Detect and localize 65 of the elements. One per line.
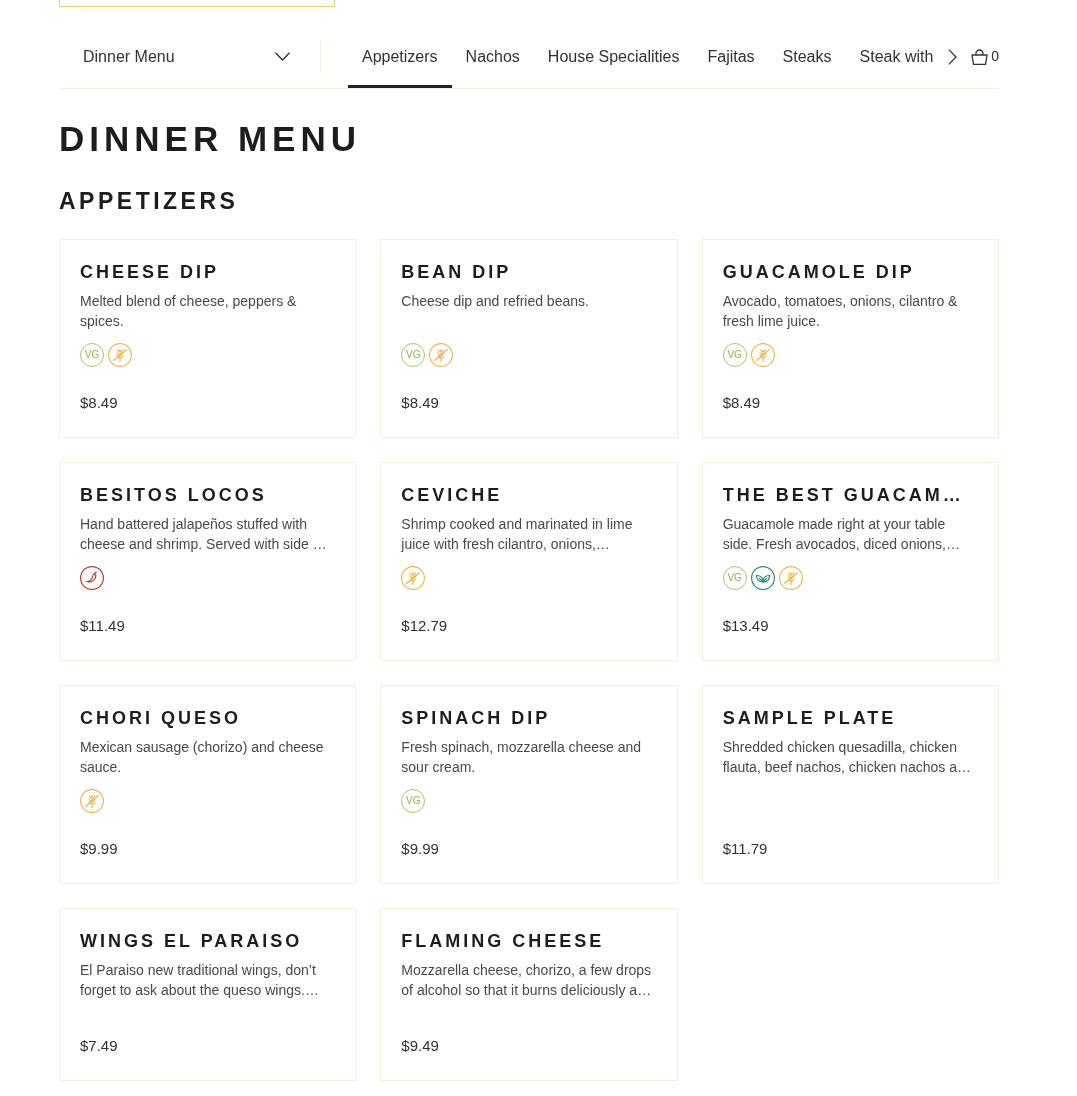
- item-price: $9.99: [80, 840, 118, 857]
- item-price: $8.49: [80, 394, 118, 411]
- item-description: Hand battered jalapeños stuffed with cheese and shrimp. Served with side …: [80, 515, 328, 554]
- item-name: BEAN DIP: [401, 261, 513, 284]
- item-name: THE BEST GUACAM…: [722, 484, 965, 507]
- chili-pepper-icon: [80, 566, 104, 590]
- menu-item-card[interactable]: FLAMING CHEESE Mozzarella cheese, chorizo, a few drops of alcohol so that it burns deliciously a… $9.49: [380, 908, 678, 1081]
- wheat-crossed-icon: [778, 566, 803, 590]
- item-name: SPINACH DIP: [401, 707, 552, 730]
- item-description: Shrimp cooked and marinated in lime juice with fresh cilantro, onions,…: [401, 515, 634, 554]
- item-price: $12.79: [401, 617, 448, 634]
- item-price: $11.49: [80, 617, 125, 634]
- item-name: WINGS EL PARAISO: [80, 930, 304, 953]
- wheat-crossed-icon: [429, 343, 454, 367]
- item-price: $8.49: [722, 394, 761, 411]
- menu-item-card[interactable]: CEVICHE Shrimp cooked and marinated in lime juice with fresh cilantro, onions,… $12.79: [380, 462, 678, 661]
- menu-item-card[interactable]: CHEESE DIP Melted blend of cheese, peppers & spices. VG $8.49: [59, 239, 357, 438]
- menu-item-card[interactable]: GUACAMOLE DIP Avocado, tomatoes, onions, cilantro & fresh lime juice. VG $8.49: [701, 239, 999, 438]
- menu-item-card[interactable]: THE BEST GUACAM… Guacamole made right at your table side. Fresh avocados, diced onions,… VG $13.49: [701, 462, 999, 661]
- item-price: $9.49: [401, 1037, 439, 1054]
- page-title: DINNER MENU: [59, 119, 362, 159]
- item-description: El Paraiso new traditional wings, don’t forget to ask about the queso wings.…: [80, 961, 320, 1000]
- item-name: BESITOS LOCOS: [80, 484, 268, 507]
- shopping-bag-icon: [971, 48, 989, 65]
- item-price: $13.49: [722, 617, 769, 634]
- wheat-crossed-icon: [750, 343, 775, 367]
- item-name: CEVICHE: [401, 484, 504, 507]
- item-price: $8.49: [401, 394, 439, 411]
- chevron-down-icon: [275, 52, 290, 61]
- category-tab[interactable]: Steaks: [768, 25, 846, 88]
- item-name: CHORI QUESO: [80, 707, 242, 730]
- item-name: FLAMING CHEESE: [401, 930, 606, 953]
- item-description: Cheese dip and refried beans.: [401, 292, 590, 311]
- item-description: Fresh spinach, mozzarella cheese and sour cream.: [401, 738, 642, 777]
- category-tab[interactable]: Fajitas: [693, 25, 769, 88]
- menu-item-card[interactable]: BEAN DIP Cheese dip and refried beans. VG $8.49: [380, 239, 678, 438]
- wheat-crossed-icon: [108, 343, 132, 367]
- item-price: $9.99: [401, 840, 439, 857]
- section-title: APPETIZERS: [59, 187, 240, 215]
- cart-button[interactable]: 0: [971, 46, 999, 67]
- item-description: Melted blend of cheese, peppers & spices.: [80, 292, 298, 331]
- item-name: CHEESE DIP: [80, 261, 221, 284]
- menu-item-card[interactable]: BESITOS LOCOS Hand battered jalapeños stuffed with cheese and shrimp. Served with side … $11.49: [59, 462, 357, 661]
- item-price: $7.49: [80, 1037, 118, 1054]
- item-description: Guacamole made right at your table side. Fresh avocados, diced onions,…: [722, 515, 961, 554]
- category-tab[interactable]: Nachos: [451, 25, 534, 88]
- chevron-right-icon[interactable]: [948, 48, 958, 65]
- menu-item-card[interactable]: WINGS EL PARAISO El Paraiso new traditional wings, don’t forget to ask about the queso wings.… $7.49: [59, 908, 357, 1081]
- item-name: GUACAMOLE DIP: [722, 261, 916, 284]
- menu-item-card[interactable]: CHORI QUESO Mexican sausage (chorizo) and cheese sauce. $9.99: [59, 685, 357, 884]
- item-description: Shredded chicken quesadilla, chicken flauta, beef nachos, chicken nachos a…: [722, 738, 972, 777]
- menu-item-card[interactable]: SPINACH DIP Fresh spinach, mozzarella cheese and sour cream. VG $9.99: [380, 685, 678, 884]
- category-tab[interactable]: House Specialities: [533, 25, 694, 88]
- item-description: Avocado, tomatoes, onions, cilantro & fresh lime juice.: [722, 292, 959, 331]
- leaves-icon: [750, 566, 775, 590]
- wheat-crossed-icon: [80, 789, 104, 813]
- item-description: Mozzarella cheese, chorizo, a few drops of alcohol so that it burns deliciously a…: [401, 961, 653, 1000]
- item-description: Mexican sausage (chorizo) and cheese sauce.: [80, 738, 325, 777]
- category-tab[interactable]: Appetizers: [348, 25, 452, 88]
- menu-item-card[interactable]: SAMPLE PLATE Shredded chicken quesadilla, chicken flauta, beef nachos, chicken nachos a… $11.79: [701, 685, 999, 884]
- item-name: SAMPLE PLATE: [722, 707, 898, 730]
- wheat-crossed-icon: [401, 566, 426, 590]
- item-price: $11.79: [722, 840, 768, 857]
- category-tab[interactable]: Steak with: [845, 25, 935, 88]
- menu-dropdown[interactable]: Dinner Menu: [59, 38, 320, 75]
